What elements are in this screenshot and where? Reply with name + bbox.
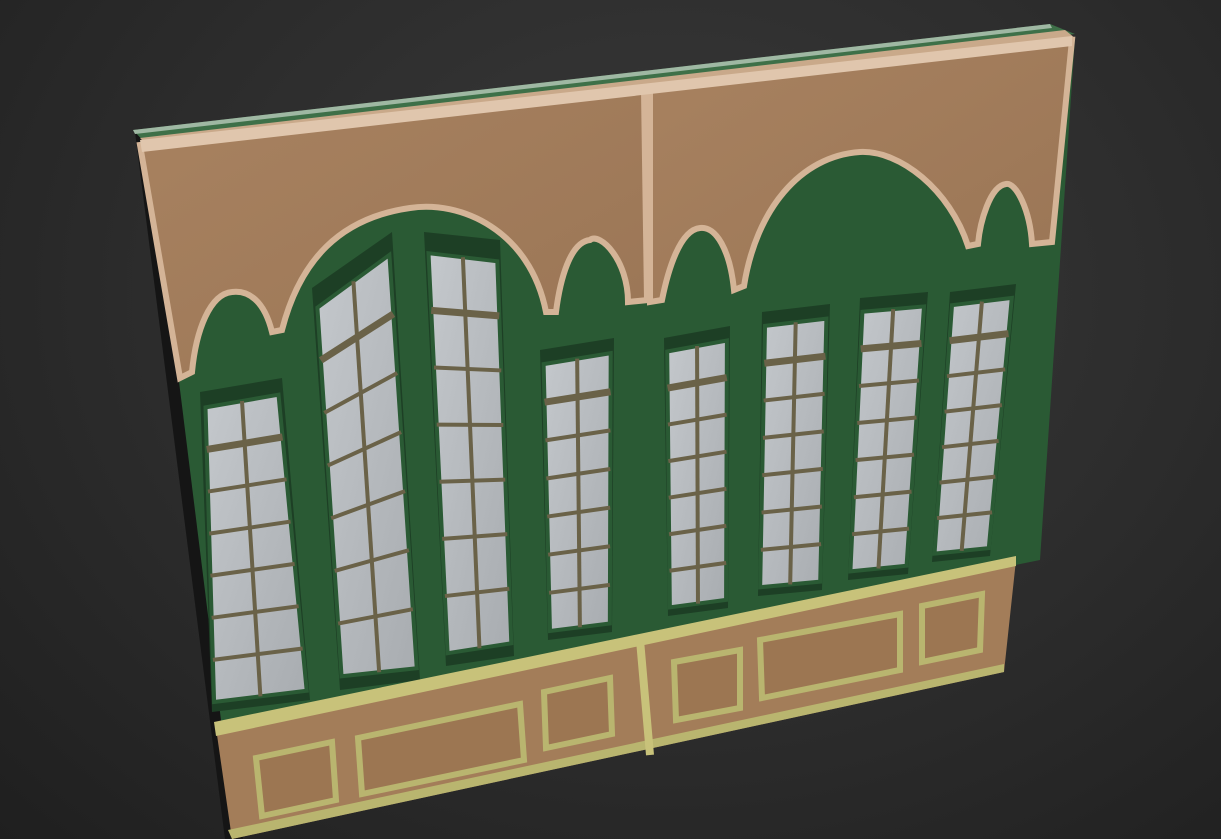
window-column [758,304,830,596]
window-column [664,326,730,616]
viewport [0,0,1221,839]
window-column [540,338,614,640]
wainscot-recessed-panel [919,590,986,666]
facade-render [133,24,1076,839]
wainscot-recessed-panel [670,646,743,724]
wainscot-recessed-panel [252,738,340,820]
window-muntin [439,477,506,484]
upper-wall-divider [641,89,652,301]
wainscot-recessed-panel [540,674,616,752]
